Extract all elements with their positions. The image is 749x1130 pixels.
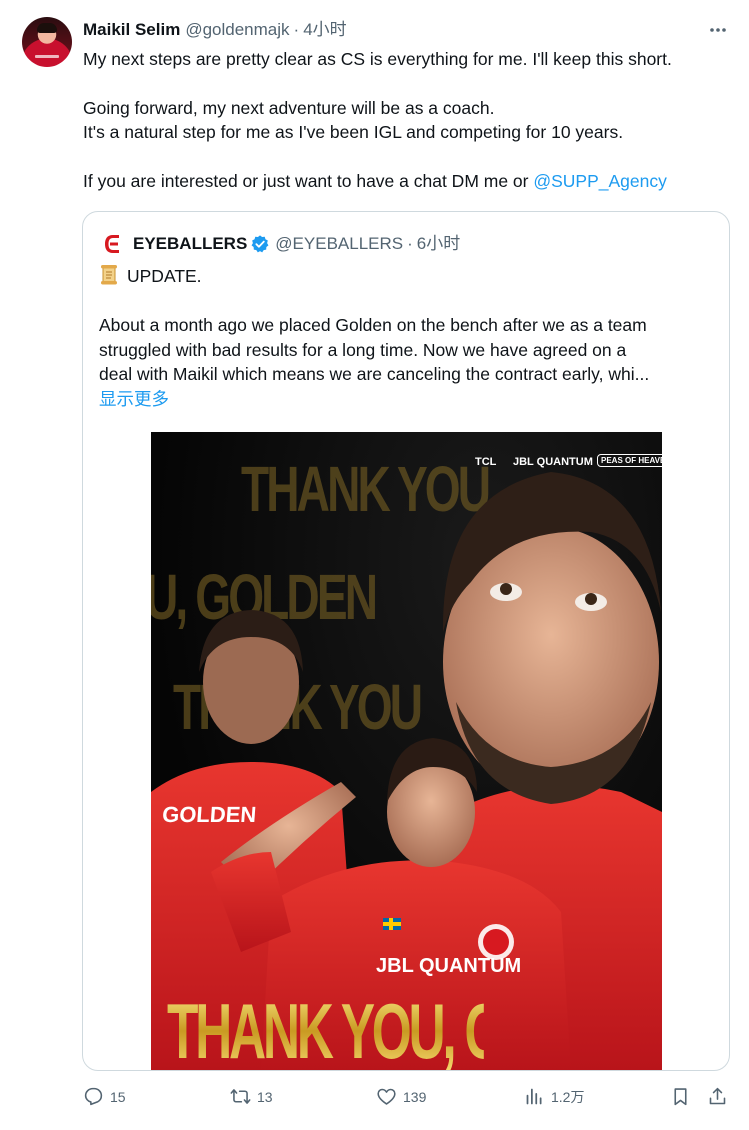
quoted-tweet[interactable]: EYEBALLERS @EYEBALLERS · 6小时 UPDATE. Abo…	[82, 211, 730, 1071]
separator-dot: ·	[293, 20, 300, 39]
tweet-line: It's a natural step for me as I've been …	[83, 122, 624, 143]
analytics-icon	[526, 1088, 542, 1105]
like-button[interactable]: 139	[376, 1086, 426, 1107]
heart-icon	[377, 1088, 396, 1105]
tweet-line: If you are interested or just want to ha…	[83, 169, 733, 193]
svg-text:GOLDEN: GOLDEN	[161, 802, 257, 827]
tweet-header: Maikil Selim @goldenmajk · 4小时	[83, 20, 347, 40]
like-count: 139	[403, 1088, 427, 1105]
quote-update-line: UPDATE.	[99, 264, 719, 289]
reply-button[interactable]: 15	[83, 1086, 126, 1107]
bookmark-button[interactable]	[670, 1086, 697, 1107]
quote-text: UPDATE. About a month ago we placed Gold…	[99, 264, 719, 412]
eyeballers-logo-icon[interactable]	[101, 232, 125, 256]
more-icon	[710, 28, 726, 32]
show-more-link[interactable]: 显示更多	[99, 389, 169, 409]
share-button[interactable]	[707, 1086, 734, 1107]
quote-media-image[interactable]: THANK YOU U, GOLDEN THANK YOU TCL JBL QU…	[151, 432, 662, 1071]
verified-badge-icon	[251, 235, 269, 253]
quote-author-handle: @EYEBALLERS	[275, 234, 404, 253]
separator-dot: ·	[407, 234, 413, 253]
retweet-count: 13	[257, 1088, 273, 1105]
action-bar: 15 13 139 1.2万	[0, 1086, 749, 1110]
bookmark-icon	[674, 1088, 687, 1106]
author-handle[interactable]: @goldenmajk	[185, 20, 289, 40]
quote-author-name: EYEBALLERS	[133, 234, 248, 253]
quote-line: struggled with bad results for a long ti…	[99, 339, 627, 360]
quote-time: 6小时	[416, 234, 461, 253]
tweet-line-text: If you are interested or just want to ha…	[83, 171, 534, 191]
mention-link[interactable]: @SUPP_Agency	[533, 171, 667, 191]
views-count: 1.2万	[551, 1088, 585, 1105]
tweet-text: My next steps are pretty clear as CS is …	[83, 47, 733, 193]
share-icon	[709, 1087, 726, 1105]
avatar[interactable]	[22, 17, 72, 67]
tweet-line: Going forward, my next adventure will be…	[83, 97, 495, 118]
quote-update-text: UPDATE.	[127, 266, 202, 286]
quote-line: deal with Maikil which means we are canc…	[99, 364, 650, 385]
views-button[interactable]: 1.2万	[524, 1086, 584, 1107]
poster-artwork: GOLDEN JBL QUANTUM	[151, 472, 662, 1070]
avatar-shirt-logo	[35, 55, 59, 58]
quote-header: EYEBALLERS @EYEBALLERS · 6小时	[101, 232, 460, 256]
poster-headline: THANK YOU, GOLDEN	[167, 987, 662, 1071]
reply-icon	[84, 1087, 103, 1106]
retweet-button[interactable]: 13	[230, 1086, 273, 1107]
tweet-line: My next steps are pretty clear as CS is …	[83, 49, 672, 69]
scroll-emoji-icon	[101, 265, 117, 285]
avatar-hair	[37, 23, 57, 33]
svg-text:JBL QUANTUM: JBL QUANTUM	[376, 955, 521, 977]
tweet: Maikil Selim @goldenmajk · 4小时 My next s…	[0, 0, 749, 1130]
tweet-time[interactable]: 4小时	[303, 20, 346, 40]
quote-line: About a month ago we placed Golden on th…	[99, 315, 647, 336]
retweet-icon	[230, 1089, 251, 1104]
more-options-button[interactable]	[706, 18, 730, 42]
reply-count: 15	[110, 1088, 126, 1105]
author-name[interactable]: Maikil Selim	[83, 20, 180, 40]
